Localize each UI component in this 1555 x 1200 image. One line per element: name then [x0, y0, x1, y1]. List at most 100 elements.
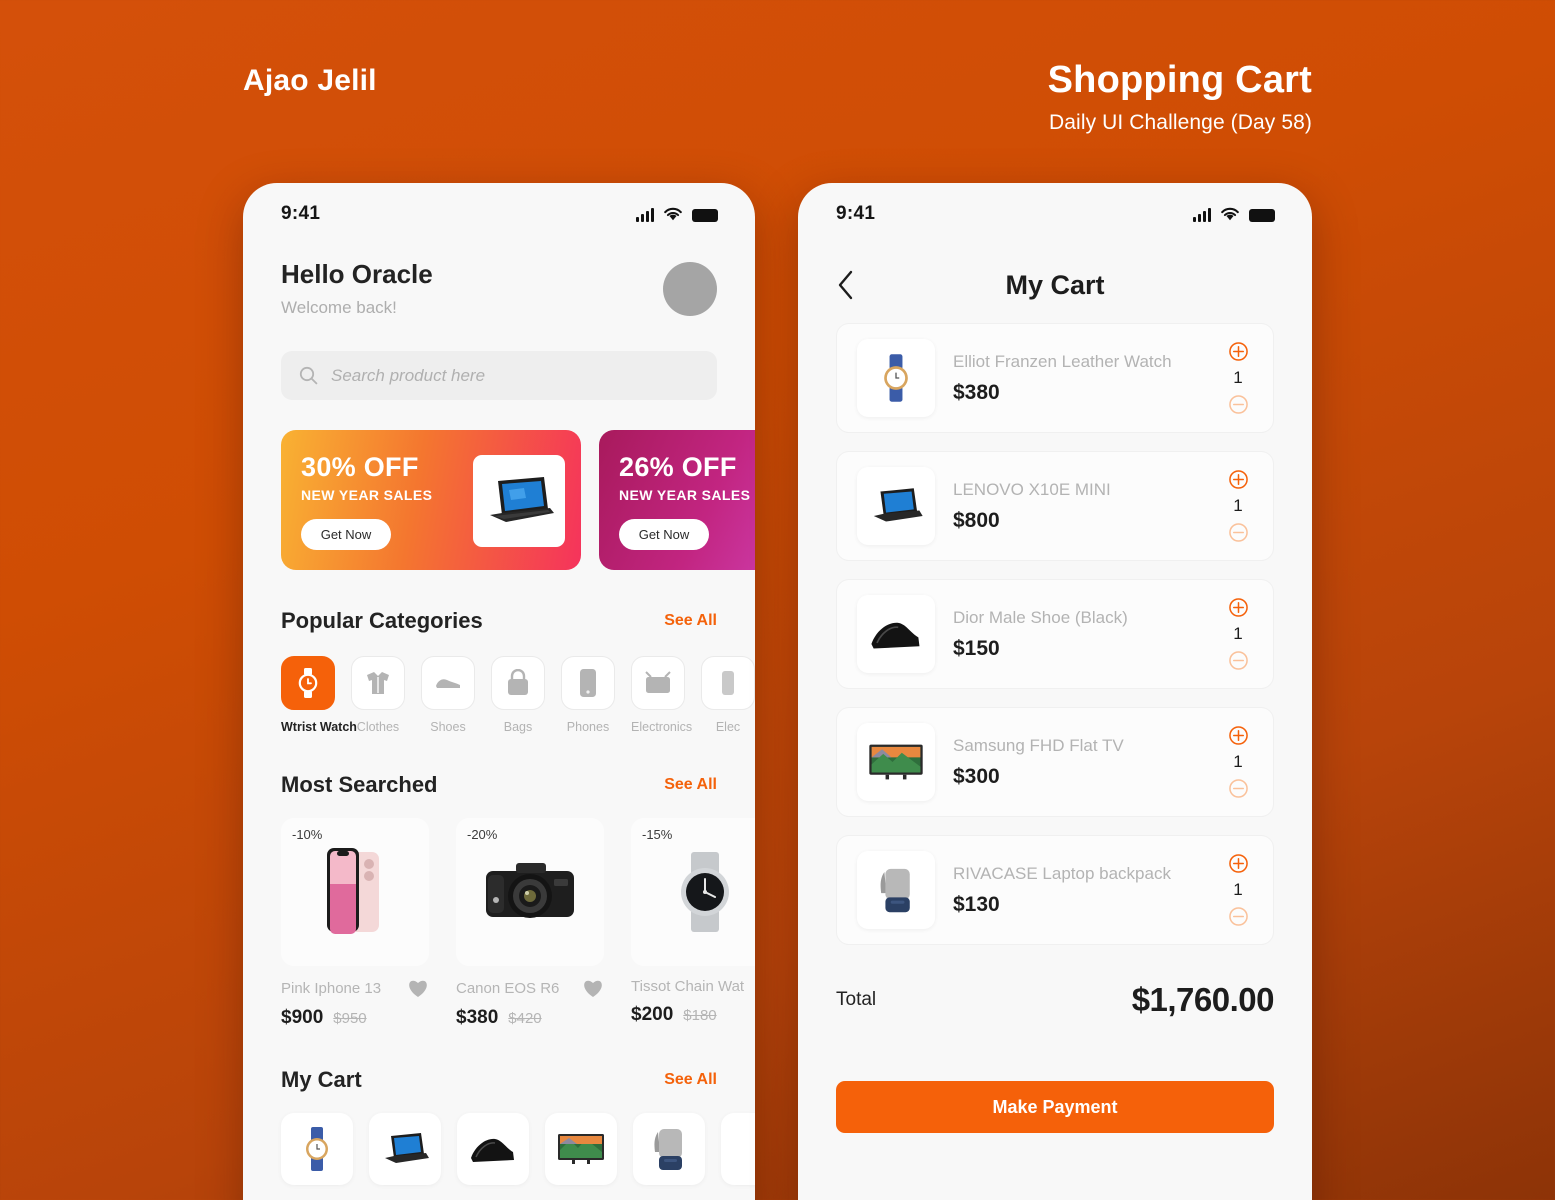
promo-discount: 26% OFF [619, 452, 737, 482]
search-icon [299, 366, 318, 385]
promo-banner[interactable]: 30% OFF NEW YEAR SALES Get Now [281, 430, 581, 570]
favorite-heart-icon[interactable] [407, 978, 429, 998]
shoe-icon-box [421, 656, 475, 710]
phone-home-screen: 9:41 Hello Oracle Welcome back! Search p… [243, 183, 755, 1200]
category-list[interactable]: Wtrist Watch Clothes Shoes Bags Phones E… [243, 634, 755, 734]
category-label: Shoes [430, 720, 466, 734]
cart-item-name: Dior Male Shoe (Black) [953, 607, 1128, 627]
cart-item-info: Dior Male Shoe (Black) $150 [935, 608, 1221, 661]
section-title: Most Searched [281, 772, 438, 797]
category-item-shoes[interactable]: Shoes [421, 656, 475, 734]
product-old-price: $950 [333, 1010, 367, 1027]
greeting-subtitle: Welcome back! [281, 298, 397, 317]
decrease-quantity-icon[interactable] [1228, 907, 1248, 926]
watch-icon-box [281, 656, 335, 710]
promo-get-now-button[interactable]: Get Now [301, 519, 391, 550]
category-item-phones[interactable]: Phones [561, 656, 615, 734]
product-card[interactable]: -15% Tissot Chain Wat $200 $180 [631, 818, 755, 1029]
promo-banner-carousel[interactable]: 30% OFF NEW YEAR SALES Get Now 26% OFF N… [243, 400, 755, 570]
backpack-icon [654, 1129, 682, 1170]
product-price-row: $900 $950 [281, 1007, 429, 1029]
cart-thumb-backpack[interactable] [633, 1113, 705, 1185]
increase-quantity-icon[interactable] [1228, 726, 1248, 745]
quantity-stepper[interactable]: 1 [1221, 342, 1255, 414]
phone-icon [580, 669, 596, 697]
status-icons [636, 207, 718, 222]
product-old-price: $180 [683, 1007, 717, 1024]
cart-thumb-shoe[interactable] [457, 1113, 529, 1185]
cart-item-info: LENOVO X10E MINI $800 [935, 480, 1221, 533]
cart-item-price: $300 [953, 764, 1000, 788]
cart-thumbnail-strip[interactable] [243, 1093, 755, 1185]
bag-icon [508, 669, 528, 695]
phone-cart-screen: 9:41 My Cart Elliot Franzen Leather Watc… [798, 183, 1312, 1200]
black-shoe-icon [871, 622, 920, 649]
cart-row[interactable]: Samsung FHD Flat TV $300 1 [836, 707, 1274, 817]
product-price: $380 [456, 1007, 499, 1028]
pink-iphone-icon [327, 848, 379, 934]
cart-thumb-watch[interactable] [281, 1113, 353, 1185]
cart-row[interactable]: Dior Male Shoe (Black) $150 1 [836, 579, 1274, 689]
decrease-quantity-icon[interactable] [1228, 779, 1248, 798]
shoe-icon [436, 679, 460, 688]
decrease-quantity-icon[interactable] [1228, 395, 1248, 414]
increase-quantity-icon[interactable] [1228, 342, 1248, 361]
cart-thumb-tv[interactable] [545, 1113, 617, 1185]
product-image-box: -15% [631, 818, 755, 966]
category-item-electronics-partial[interactable]: Elec [701, 656, 755, 734]
cart-row[interactable]: Elliot Franzen Leather Watch $380 1 [836, 323, 1274, 433]
increase-quantity-icon[interactable] [1228, 854, 1248, 873]
category-item-watch[interactable]: Wtrist Watch [281, 656, 357, 734]
category-item-electronics[interactable]: Electronics [631, 656, 692, 734]
avatar[interactable] [663, 261, 717, 316]
promo-get-now-button[interactable]: Get Now [619, 519, 709, 550]
see-all-cart-link[interactable]: See All [664, 1071, 717, 1089]
product-name: Pink Iphone 13 [281, 979, 382, 997]
cart-total-row: Total $1,760.00 [798, 963, 1312, 1019]
search-input[interactable]: Search product here [281, 351, 717, 400]
increase-quantity-icon[interactable] [1228, 470, 1248, 489]
product-price-row: $200 $180 [631, 1004, 755, 1026]
quantity-stepper[interactable]: 1 [1221, 726, 1255, 798]
product-name-row: Tissot Chain Wat [631, 978, 755, 995]
chevron-left-icon[interactable] [836, 269, 854, 301]
author-name: Ajao Jelil [243, 64, 377, 97]
quantity-stepper[interactable]: 1 [1221, 470, 1255, 542]
watch-icon [298, 668, 318, 698]
favorite-heart-icon[interactable] [582, 978, 604, 998]
increase-quantity-icon[interactable] [1228, 598, 1248, 617]
cart-thumb-partial[interactable] [721, 1113, 755, 1185]
product-card[interactable]: -20% Canon EOS R6 $380 $420 [456, 818, 604, 1029]
my-cart-header-home: My Cart See All [243, 1067, 755, 1093]
product-card[interactable]: -10% Pink Iphone 13 $900 $950 [281, 818, 429, 1029]
make-payment-button[interactable]: Make Payment [836, 1081, 1274, 1133]
quantity-stepper[interactable]: 1 [1221, 854, 1255, 926]
samsung-tv-icon [558, 1134, 604, 1164]
cart-item-quantity: 1 [1233, 368, 1243, 387]
promo-banner[interactable]: 26% OFF NEW YEAR SALES Get Now [599, 430, 755, 570]
poster-header: Ajao Jelil Shopping Cart Daily UI Challe… [0, 0, 1555, 175]
most-searched-header: Most Searched See All [243, 772, 755, 798]
decrease-quantity-icon[interactable] [1228, 523, 1248, 542]
status-time: 9:41 [836, 203, 876, 224]
lenovo-laptop-icon [385, 1133, 429, 1163]
product-price: $900 [281, 1007, 324, 1028]
cart-row[interactable]: LENOVO X10E MINI $800 1 [836, 451, 1274, 561]
status-time: 9:41 [281, 203, 321, 224]
cart-navigation-bar: My Cart [798, 245, 1312, 309]
cart-item-name: RIVACASE Laptop backpack [953, 863, 1171, 883]
decrease-quantity-icon[interactable] [1228, 651, 1248, 670]
cart-item-image [857, 851, 935, 929]
wifi-icon [664, 207, 682, 220]
cart-row[interactable]: RIVACASE Laptop backpack $130 1 [836, 835, 1274, 945]
category-item-clothes[interactable]: Clothes [351, 656, 405, 734]
category-label: Phones [566, 720, 610, 734]
see-all-most-searched-link[interactable]: See All [664, 776, 717, 794]
device-icon [722, 671, 734, 695]
product-list[interactable]: -10% Pink Iphone 13 $900 $950 -20% Canon… [243, 798, 755, 1029]
quantity-stepper[interactable]: 1 [1221, 598, 1255, 670]
category-label: Clothes [356, 720, 400, 734]
see-all-categories-link[interactable]: See All [664, 612, 717, 630]
cart-thumb-laptop[interactable] [369, 1113, 441, 1185]
category-item-bags[interactable]: Bags [491, 656, 545, 734]
